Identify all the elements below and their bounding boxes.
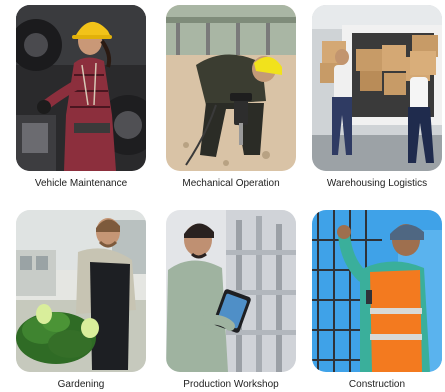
- warehousing-logistics-photo: [312, 5, 442, 171]
- industry-card-production-workshop[interactable]: Production Workshop: [166, 210, 296, 390]
- industry-card-gardening[interactable]: Gardening: [16, 210, 146, 390]
- industry-card-mechanical-operation[interactable]: Mechanical Operation: [166, 5, 296, 189]
- construction-photo: [312, 210, 442, 372]
- card-caption: Production Workshop: [183, 379, 279, 390]
- card-caption: Vehicle Maintenance: [34, 178, 128, 189]
- industry-card-construction[interactable]: Construction: [312, 210, 442, 390]
- mechanical-operation-photo: [166, 5, 296, 171]
- vehicle-maintenance-photo: [16, 5, 146, 171]
- card-caption: Construction: [348, 379, 406, 390]
- production-workshop-photo: [166, 210, 296, 372]
- card-caption: Warehousing Logistics: [326, 178, 428, 189]
- gardening-photo: [16, 210, 146, 372]
- industry-card-warehousing-logistics[interactable]: Warehousing Logistics: [312, 5, 442, 189]
- card-caption: Gardening: [57, 379, 105, 390]
- card-caption: Mechanical Operation: [182, 178, 280, 189]
- industry-card-vehicle-maintenance[interactable]: Vehicle Maintenance: [16, 5, 146, 189]
